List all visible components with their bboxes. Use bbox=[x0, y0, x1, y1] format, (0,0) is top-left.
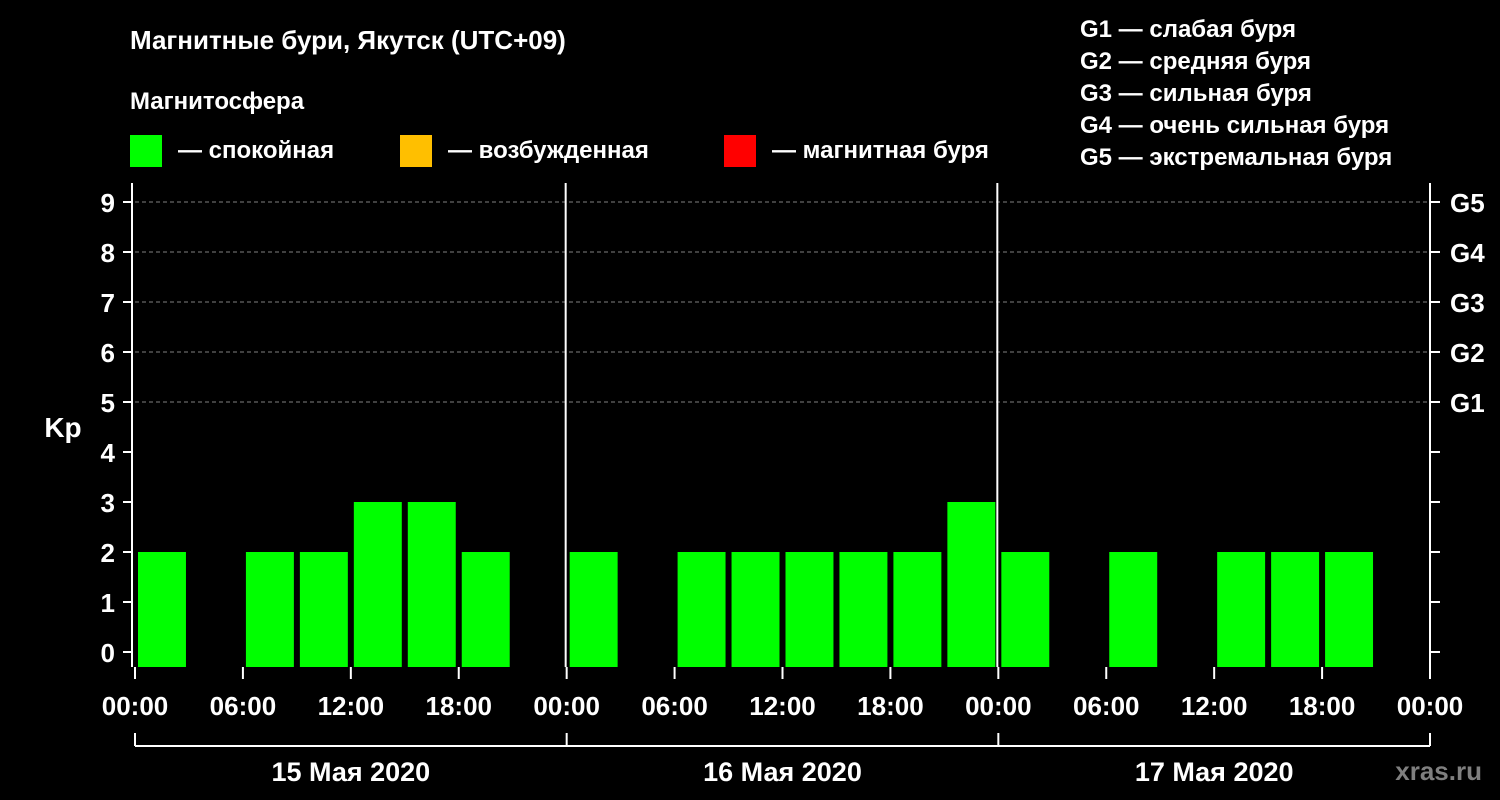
legend-swatch-excited bbox=[400, 135, 432, 167]
x-tick-label: 00:00 bbox=[102, 691, 169, 721]
x-tick-label: 06:00 bbox=[1073, 691, 1140, 721]
kp-bar bbox=[731, 552, 780, 667]
kp-bar bbox=[785, 552, 834, 667]
x-tick-label: 18:00 bbox=[857, 691, 924, 721]
day-label: 15 Мая 2020 bbox=[271, 757, 430, 787]
right-axis-label: G3 bbox=[1450, 288, 1485, 318]
x-tick-label: 00:00 bbox=[533, 691, 600, 721]
legend-swatch-calm bbox=[130, 135, 162, 167]
bars bbox=[138, 502, 1374, 667]
kp-bar bbox=[839, 552, 888, 667]
kp-bar bbox=[353, 502, 402, 667]
kp-bar bbox=[138, 552, 186, 667]
x-tick-label: 06:00 bbox=[210, 691, 277, 721]
kp-bar bbox=[1109, 552, 1158, 667]
kp-chart: Магнитные бури, Якутск (UTC+09) Магнитос… bbox=[44, 16, 1486, 787]
legend-swatch-storm bbox=[724, 135, 756, 167]
legend: — спокойная — возбужденная — магнитная б… bbox=[130, 135, 989, 167]
kp-bar bbox=[461, 552, 510, 667]
x-tick-label: 06:00 bbox=[641, 691, 708, 721]
y-tick-label: 8 bbox=[101, 238, 115, 268]
y-tick-label: 7 bbox=[101, 288, 115, 318]
grid-lines bbox=[135, 201, 1430, 403]
x-tick-label: 12:00 bbox=[318, 691, 385, 721]
legend-label-storm: — магнитная буря bbox=[772, 137, 989, 164]
y-axis-label: Kp bbox=[44, 412, 81, 443]
kp-bar bbox=[299, 552, 348, 667]
kp-bar bbox=[947, 502, 996, 667]
x-tick-label: 00:00 bbox=[1397, 691, 1464, 721]
kp-bar bbox=[407, 502, 456, 667]
y-tick-label: 9 bbox=[101, 188, 115, 218]
x-tick-label: 00:00 bbox=[965, 691, 1032, 721]
x-tick-label: 12:00 bbox=[1181, 691, 1248, 721]
day-label: 17 Мая 2020 bbox=[1135, 757, 1294, 787]
y-tick-label: 2 bbox=[101, 538, 115, 568]
y-tick-label: 4 bbox=[101, 438, 116, 468]
storm-level-g4: G4 — очень сильная буря bbox=[1080, 112, 1389, 139]
x-tick-label: 12:00 bbox=[749, 691, 816, 721]
kp-bar bbox=[677, 552, 726, 667]
kp-bar bbox=[1001, 552, 1050, 667]
watermark: xras.ru bbox=[1395, 756, 1482, 786]
storm-levels-list: G1 — слабая буря G2 — средняя буря G3 — … bbox=[1080, 16, 1392, 171]
y-tick-label: 3 bbox=[101, 488, 115, 518]
x-tick-label: 18:00 bbox=[426, 691, 493, 721]
kp-bar bbox=[893, 552, 942, 667]
magnetosphere-label: Магнитосфера bbox=[130, 88, 305, 115]
kp-bar bbox=[1325, 552, 1374, 667]
right-axis-label: G1 bbox=[1450, 388, 1485, 418]
kp-bar bbox=[569, 552, 618, 667]
kp-bar bbox=[1271, 552, 1320, 667]
chart-title: Магнитные бури, Якутск (UTC+09) bbox=[130, 25, 566, 55]
kp-bar bbox=[1217, 552, 1266, 667]
kp-bar bbox=[245, 552, 294, 667]
tick-labels: 0 1 2 3 4 5 6 7 8 9 G1 G2 G3 G4 G5 00:00 06:00 12:00 18:00… bbox=[101, 188, 1486, 787]
day-label: 16 Мая 2020 bbox=[703, 757, 862, 787]
right-axis-label: G5 bbox=[1450, 188, 1485, 218]
storm-level-g3: G3 — сильная буря bbox=[1080, 80, 1312, 107]
legend-label-excited: — возбужденная bbox=[448, 137, 649, 164]
y-tick-label: 5 bbox=[101, 388, 115, 418]
y-tick-label: 0 bbox=[101, 638, 115, 668]
right-axis-label: G4 bbox=[1450, 238, 1485, 268]
storm-level-g1: G1 — слабая буря bbox=[1080, 16, 1296, 43]
storm-level-g5: G5 — экстремальная буря bbox=[1080, 144, 1392, 171]
storm-level-g2: G2 — средняя буря bbox=[1080, 48, 1311, 75]
y-tick-label: 6 bbox=[101, 338, 115, 368]
right-axis-label: G2 bbox=[1450, 338, 1485, 368]
legend-label-calm: — спокойная bbox=[178, 137, 334, 164]
x-tick-label: 18:00 bbox=[1289, 691, 1356, 721]
y-tick-label: 1 bbox=[101, 588, 115, 618]
